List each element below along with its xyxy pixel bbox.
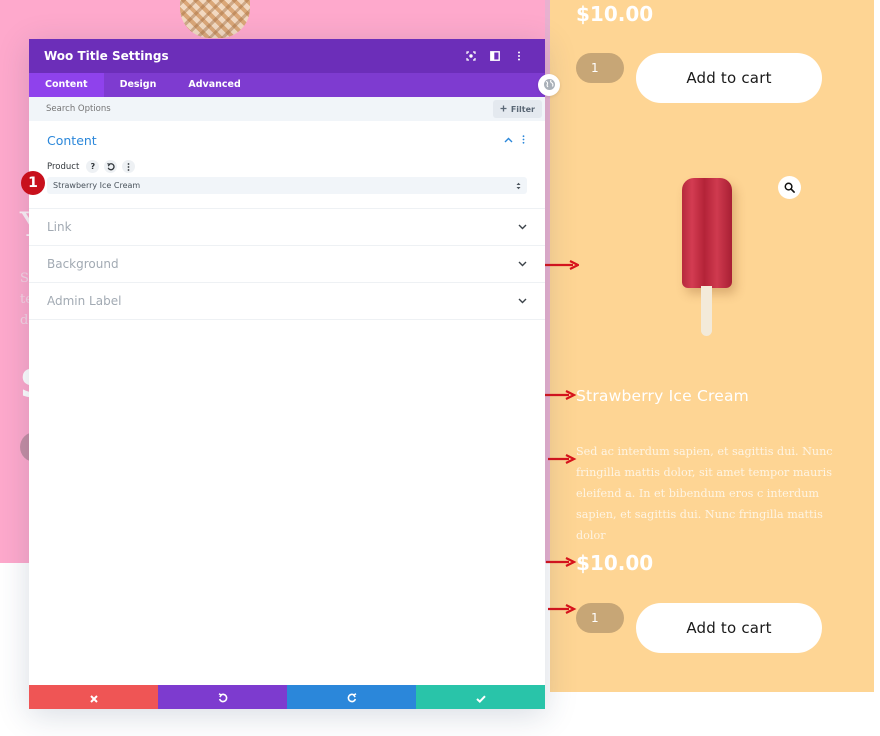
modal-header[interactable]: Woo Title Settings <box>29 39 545 73</box>
settings-tabs: Content Design Advanced <box>29 73 545 97</box>
section-more-options-icon[interactable] <box>519 134 527 147</box>
search-bar: Filter <box>29 97 545 121</box>
close-icon <box>89 688 98 707</box>
more-options-button[interactable] <box>507 46 531 66</box>
split-view-icon <box>490 51 500 61</box>
select-arrows-icon <box>516 182 521 190</box>
popsicle-product-image <box>682 178 734 338</box>
top-add-to-cart-button[interactable]: Add to cart <box>636 53 822 103</box>
tab-content[interactable]: Content <box>29 73 104 97</box>
woo-title-settings-modal: Woo Title Settings Content Design Advanc… <box>29 39 545 709</box>
link-toggle[interactable]: Link <box>29 209 545 246</box>
product-select-value: Strawberry Ice Cream <box>53 181 141 190</box>
tab-advanced[interactable]: Advanced <box>172 73 256 97</box>
search-options-input[interactable] <box>46 104 493 114</box>
modal-footer <box>29 685 545 709</box>
field-options-icon[interactable] <box>122 160 136 173</box>
tab-design[interactable]: Design <box>104 73 173 97</box>
undo-icon <box>218 688 228 707</box>
annotation-arrow-description <box>548 454 577 464</box>
annotation-step-badge: 1 <box>21 171 45 195</box>
quantity-input[interactable]: 1 <box>576 603 624 633</box>
chevron-up-icon[interactable] <box>504 135 513 146</box>
modal-title: Woo Title Settings <box>44 49 169 63</box>
admin-label-toggle[interactable]: Admin Label <box>29 283 545 320</box>
link-toggle-title: Link <box>47 220 72 234</box>
content-section: Content Product ? Strawberry Ice Cream <box>29 121 545 209</box>
admin-label-toggle-title: Admin Label <box>47 294 122 308</box>
global-module-button[interactable] <box>538 74 560 96</box>
filter-label: Filter <box>510 104 535 114</box>
product-price: $10.00 <box>576 551 654 575</box>
plus-icon <box>500 105 507 114</box>
focus-icon <box>466 51 476 61</box>
help-icon[interactable]: ? <box>86 160 100 173</box>
background-toggle-title: Background <box>47 257 119 271</box>
product-title: Strawberry Ice Cream <box>576 387 749 405</box>
annotation-arrow-price <box>546 557 577 567</box>
checkmark-icon <box>475 688 486 707</box>
chevron-down-icon <box>517 222 527 232</box>
split-view-button[interactable] <box>483 46 507 66</box>
product-description: Sed ac interdum sapien, et sagittis dui.… <box>576 445 833 542</box>
chevron-down-icon <box>517 296 527 306</box>
image-zoom-button[interactable] <box>778 176 801 199</box>
annotation-arrow-quantity <box>548 604 577 614</box>
top-quantity-input[interactable]: 1 <box>576 53 624 83</box>
redo-icon <box>347 688 357 707</box>
focus-mode-button[interactable] <box>459 46 483 66</box>
undo-button[interactable] <box>158 685 287 709</box>
content-section-title: Content <box>47 133 97 148</box>
page-canvas: Y Se te de S $10.00 1 Add to cart Strawb… <box>0 0 880 736</box>
product-select[interactable]: Strawberry Ice Cream <box>47 177 527 194</box>
discard-button[interactable] <box>29 685 158 709</box>
top-product-price: $10.00 <box>576 2 654 26</box>
add-to-cart-button[interactable]: Add to cart <box>636 603 822 653</box>
magnifier-icon <box>784 178 795 197</box>
globe-icon <box>543 76 556 95</box>
reset-icon[interactable] <box>104 160 118 173</box>
redo-button[interactable] <box>287 685 416 709</box>
popsicle-body <box>682 178 732 288</box>
peach-product-section <box>550 0 874 692</box>
popsicle-stick <box>701 286 712 336</box>
background-toggle[interactable]: Background <box>29 246 545 283</box>
chevron-down-icon <box>517 259 527 269</box>
annotation-arrow-title <box>544 390 577 400</box>
annotation-arrow-image <box>544 260 579 270</box>
filter-button[interactable]: Filter <box>492 100 542 118</box>
product-field-label: Product <box>47 161 80 172</box>
more-options-icon <box>517 51 521 61</box>
content-section-header[interactable]: Content <box>47 133 527 148</box>
save-button[interactable] <box>416 685 545 709</box>
product-field-label-row: Product ? <box>47 160 527 173</box>
